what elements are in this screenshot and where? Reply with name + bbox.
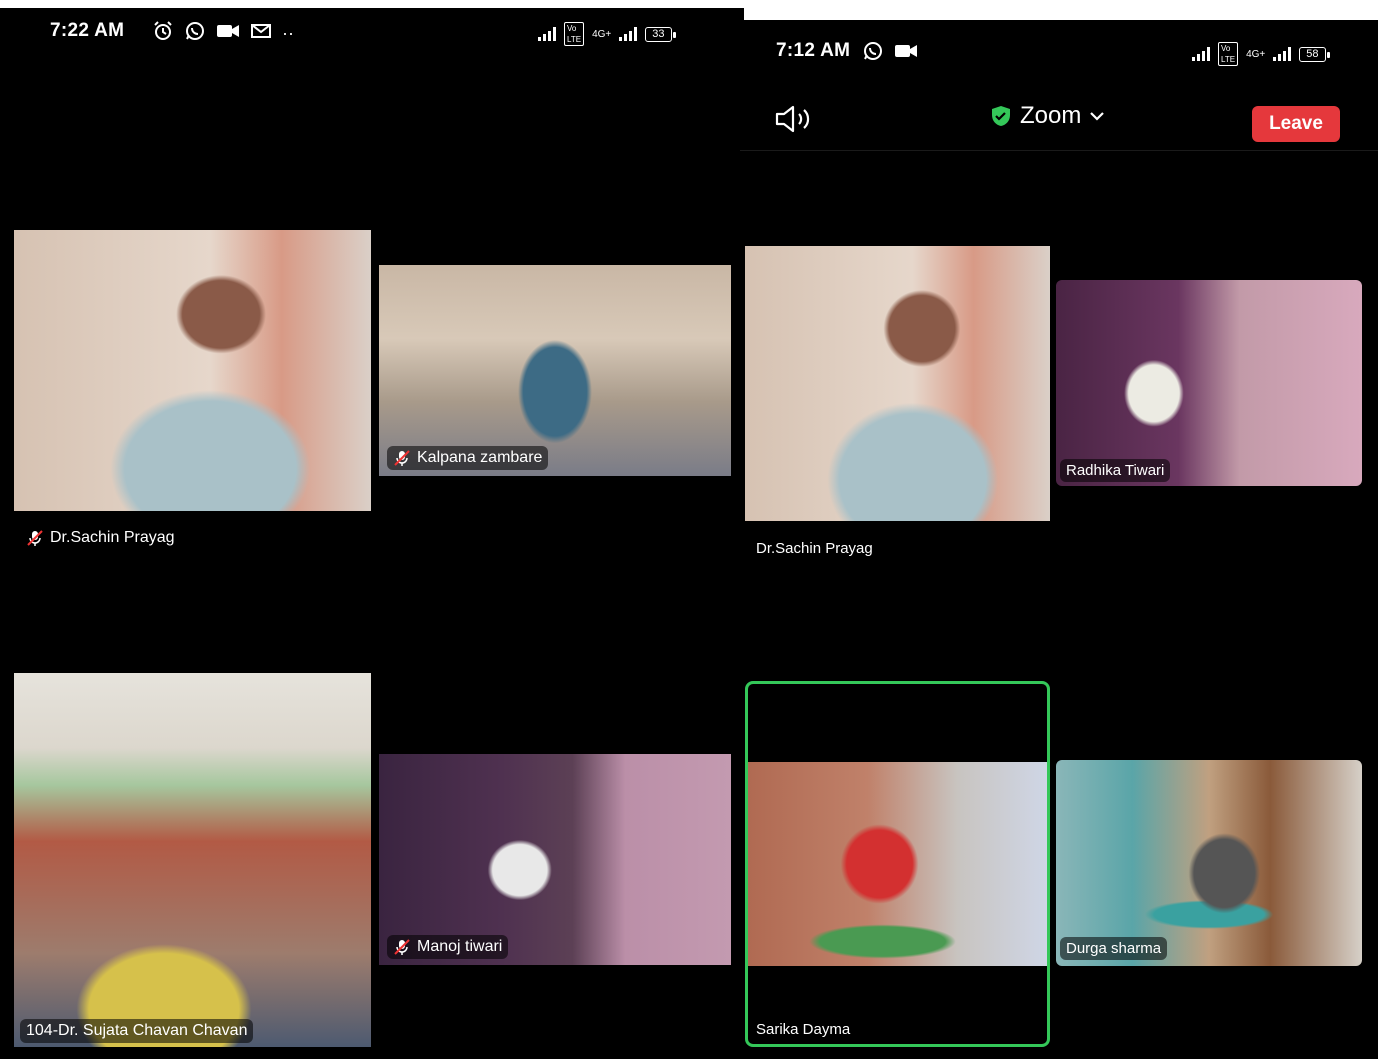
participant-name-label: Durga sharma (1060, 937, 1168, 960)
participant-name-label: Kalpana zambare (387, 446, 549, 470)
status-bar: 7:22 AM ·· Vo LTE 4G+ 33 (0, 8, 744, 58)
participant-video (14, 230, 371, 511)
meeting-title: Zoom (1020, 102, 1082, 129)
signal-icon (1192, 47, 1210, 61)
whatsapp-icon (184, 20, 206, 47)
participant-name-label: Dr.Sachin Prayag (756, 540, 873, 557)
participant-name: 104-Dr. Sujata Chavan Chavan (26, 1022, 248, 1039)
signal-icon (538, 27, 556, 41)
network-type: 4G+ (1246, 48, 1266, 60)
participant-video (14, 673, 371, 1047)
participant-tile-kalpana[interactable]: Kalpana zambare (379, 265, 731, 476)
participant-video (748, 762, 1047, 966)
participant-tile-sujata[interactable]: 104-Dr. Sujata Chavan Chavan (14, 673, 371, 1047)
participant-name: Radhika Tiwari (1066, 462, 1165, 479)
participant-name: Durga sharma (1066, 940, 1162, 957)
participant-tile-radhika[interactable]: Radhika Tiwari (1056, 280, 1362, 486)
mic-muted-icon (394, 939, 410, 955)
participant-name-label: Sarika Dayma (756, 1021, 850, 1038)
right-phone-screen: 7:12 AM Vo LTE 4G+ 58 Zoom Leave Dr.Sach… (740, 20, 1378, 1059)
participant-tile-sarika-active[interactable]: Sarika Dayma (745, 681, 1050, 1047)
participant-name: Dr.Sachin Prayag (756, 540, 873, 557)
participant-video (1056, 280, 1362, 486)
left-phone-screen: 7:22 AM ·· Vo LTE 4G+ 33 Dr.Sachin Praya… (0, 8, 744, 1059)
participant-video (1056, 760, 1362, 966)
alarm-icon (152, 20, 174, 47)
status-bar: 7:12 AM Vo LTE 4G+ 58 (740, 20, 1378, 70)
participant-name-label: Dr.Sachin Prayag (26, 529, 175, 547)
video-camera-icon (894, 42, 918, 65)
participant-video (745, 246, 1050, 521)
participant-tile-durga[interactable]: Durga sharma (1056, 760, 1362, 966)
more-dots-icon: ·· (282, 23, 294, 43)
status-time: 7:22 AM (50, 20, 125, 41)
signal-icon-2 (619, 27, 638, 41)
network-type: 4G+ (592, 28, 612, 40)
battery-icon: 33 (645, 26, 676, 42)
participant-tile-sachin[interactable] (14, 230, 371, 511)
participant-name-label: 104-Dr. Sujata Chavan Chavan (20, 1019, 254, 1043)
participant-tile-manoj[interactable]: Manoj tiwari (379, 754, 731, 965)
participant-name: Dr.Sachin Prayag (50, 529, 175, 546)
mic-muted-icon (27, 530, 43, 546)
video-camera-icon (216, 22, 240, 45)
speaker-icon[interactable] (774, 104, 816, 134)
shield-check-icon (992, 106, 1010, 126)
volte-icon: Vo LTE (564, 22, 585, 46)
participant-name: Manoj tiwari (417, 938, 503, 955)
battery-icon: 58 (1299, 46, 1330, 62)
participant-video (379, 265, 731, 476)
participant-name-label: Manoj tiwari (387, 935, 509, 959)
status-time: 7:12 AM (776, 40, 851, 61)
signal-icon-2 (1273, 47, 1292, 61)
participant-name: Kalpana zambare (417, 449, 543, 466)
volte-icon: Vo LTE (1218, 42, 1239, 66)
gmail-icon (250, 23, 272, 44)
mic-muted-icon (394, 450, 410, 466)
whatsapp-icon (862, 40, 884, 67)
leave-button[interactable]: Leave (1252, 106, 1340, 142)
participant-name-label: Radhika Tiwari (1060, 459, 1171, 482)
participant-name: Sarika Dayma (756, 1021, 851, 1038)
meeting-title-dropdown[interactable]: Zoom (990, 102, 1105, 130)
participant-video (379, 754, 731, 965)
participant-tile-sachin[interactable] (745, 246, 1050, 521)
meeting-toolbar: Zoom Leave (740, 90, 1378, 151)
chevron-down-icon (1090, 112, 1105, 121)
